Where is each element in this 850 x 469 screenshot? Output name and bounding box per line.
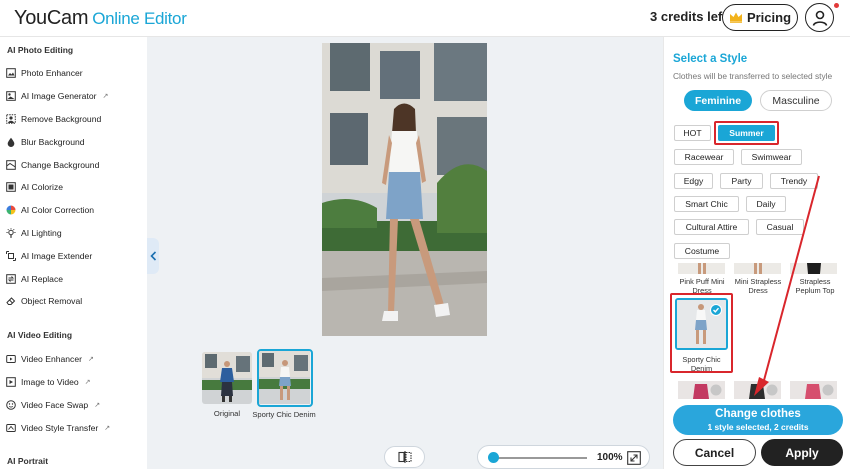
category-swimwear[interactable]: Swimwear [741, 149, 802, 165]
zoom-control: 100% [477, 445, 650, 469]
compare-button[interactable] [384, 446, 425, 468]
zoom-value: 100% [597, 452, 623, 463]
sidebar-item-remove-background[interactable]: Remove Background [6, 110, 101, 128]
extender-icon [6, 251, 16, 261]
sidebar-item-photo-enhancer[interactable]: Photo Enhancer [6, 64, 83, 82]
thumbnail-original[interactable] [202, 352, 252, 404]
sidebar-item-ai-replace[interactable]: AI Replace [6, 270, 63, 288]
crown-icon [729, 12, 742, 23]
sidebar-item-ai-image-generator[interactable]: AI Image Generator ↗ [6, 87, 108, 105]
category-racewear[interactable]: Racewear [674, 149, 734, 165]
lightbulb-icon [6, 228, 16, 238]
account-button[interactable] [805, 3, 834, 32]
thumbnail-original-label: Original [213, 409, 241, 418]
colorize-icon [6, 182, 16, 192]
pricing-label: Pricing [746, 10, 792, 25]
sidebar-item-ai-lighting[interactable]: AI Lighting [6, 224, 62, 242]
category-smart-chic[interactable]: Smart Chic [674, 196, 739, 212]
section-title-photo-editing: AI Photo Editing [7, 45, 74, 55]
external-link-icon: ↗ [94, 402, 101, 409]
panel-title: Select a Style [673, 53, 748, 65]
highlight-box-summer [714, 121, 779, 145]
remove-background-icon [6, 114, 16, 124]
credits-counter: 3 credits left [650, 9, 727, 24]
external-link-icon: ↗ [84, 379, 91, 386]
brand-name: YouCam [14, 7, 89, 29]
cancel-button[interactable]: Cancel [673, 439, 756, 466]
style-transfer-icon [6, 424, 16, 432]
sidebar-item-ai-color-correction[interactable]: AI Color Correction [6, 201, 94, 219]
photo-enhancer-icon [6, 68, 16, 78]
sidebar-item-blur-background[interactable]: Blur Background [6, 133, 85, 151]
top-header: YouCam Online Editor 3 credits left Prici… [0, 0, 850, 37]
change-clothes-label: Change clothes [715, 408, 801, 420]
zoom-slider-track[interactable] [495, 457, 587, 459]
fit-screen-icon[interactable] [627, 451, 641, 465]
zoom-slider-handle[interactable] [488, 452, 499, 463]
external-link-icon: ↗ [88, 356, 94, 363]
category-edgy[interactable]: Edgy [674, 173, 713, 189]
main-photo-preview [322, 43, 487, 336]
tab-masculine[interactable]: Masculine [760, 90, 832, 111]
compare-icon [397, 451, 412, 463]
highlight-box-sporty-chic-denim [670, 293, 733, 373]
sidebar-item-video-style-transfer[interactable]: Video Style Transfer ↗ [6, 419, 110, 437]
app-logo[interactable]: YouCam Online Editor [14, 6, 187, 31]
video-enhancer-icon [6, 355, 16, 363]
sidebar-item-change-background[interactable]: Change Background [6, 156, 99, 174]
style-card-pink-puff-mini-dress[interactable] [678, 262, 725, 274]
section-title-ai-portrait: AI Portrait [7, 456, 49, 466]
panel-subtitle: Clothes will be transferred to selected … [673, 71, 833, 81]
category-costume[interactable]: Costume [674, 243, 730, 259]
collapse-sidebar-button[interactable] [147, 238, 159, 274]
change-background-icon [6, 160, 16, 170]
image-generator-icon [6, 91, 16, 101]
tab-feminine[interactable]: Feminine [684, 90, 752, 111]
category-cultural-attire[interactable]: Cultural Attire [674, 219, 749, 235]
eraser-icon [6, 297, 16, 305]
section-title-video-editing: AI Video Editing [7, 330, 73, 340]
blur-icon [7, 137, 15, 147]
change-clothes-sublabel: 1 style selected, 2 credits [707, 422, 809, 432]
category-hot[interactable]: HOT [674, 125, 711, 141]
apply-button[interactable]: Apply [761, 439, 843, 466]
sidebar-item-ai-image-extender[interactable]: AI Image Extender [6, 247, 92, 265]
pricing-button[interactable]: Pricing [722, 4, 798, 31]
sidebar-item-image-to-video[interactable]: Image to Video ↗ [6, 373, 91, 391]
thumbnail-sporty-chic-denim[interactable] [257, 349, 313, 407]
replace-icon [6, 274, 16, 284]
sidebar-item-video-enhancer[interactable]: Video Enhancer ↗ [6, 350, 94, 368]
style-card-next-1[interactable] [678, 381, 725, 399]
change-clothes-button[interactable]: Change clothes 1 style selected, 2 credi… [673, 405, 843, 435]
brand-subtitle: Online Editor [92, 9, 187, 28]
sidebar-item-object-removal[interactable]: Object Removal [6, 292, 82, 310]
chevron-left-icon [149, 251, 156, 261]
user-icon [812, 10, 827, 26]
sidebar-item-video-face-swap[interactable]: Video Face Swap ↗ [6, 396, 100, 414]
notification-dot [834, 3, 839, 8]
face-swap-icon [6, 400, 16, 410]
annotation-arrow [754, 175, 820, 396]
external-link-icon: ↗ [102, 93, 109, 100]
sidebar-item-ai-colorize[interactable]: AI Colorize [6, 178, 63, 196]
external-link-icon: ↗ [104, 425, 111, 432]
thumbnail-sporty-chic-denim-label: Sporty Chic Denim [252, 410, 316, 419]
color-wheel-icon [6, 205, 16, 215]
image-to-video-icon [6, 377, 16, 387]
